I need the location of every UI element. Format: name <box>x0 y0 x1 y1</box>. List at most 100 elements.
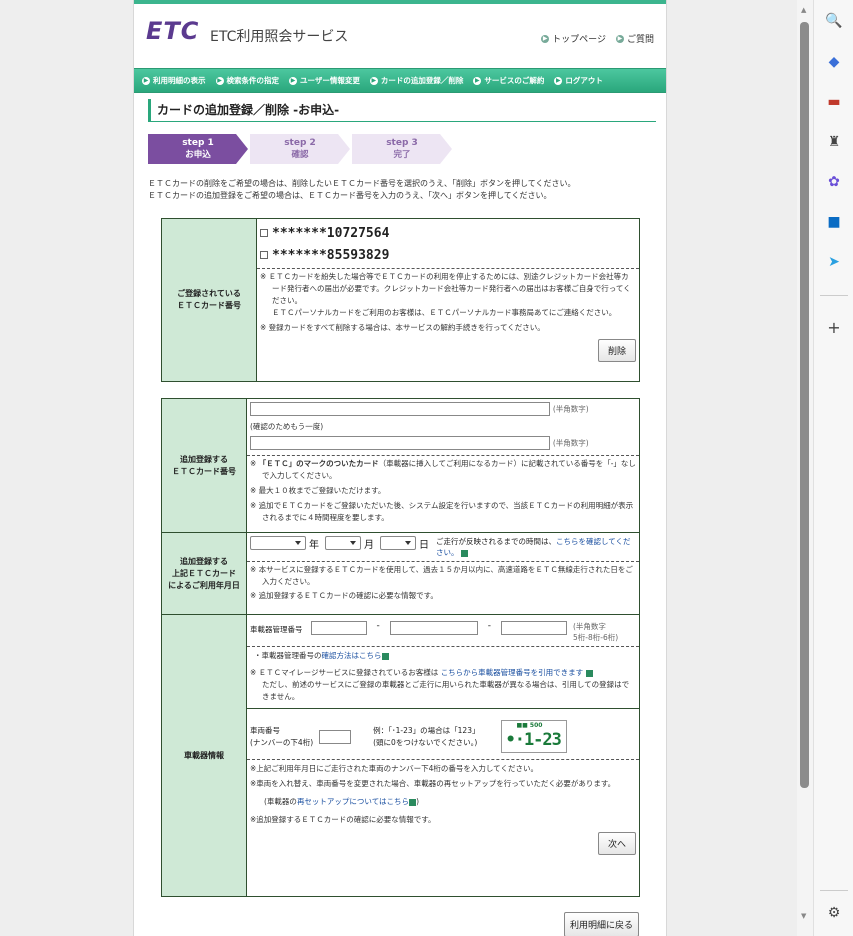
step-label: step 1 <box>182 138 214 148</box>
note: ※上記ご利用年月日にご走行された車両のナンバー下4桁の番号を入力してください。 <box>250 764 538 773</box>
nav-label[interactable]: 検索条件の指定 <box>227 75 280 86</box>
registered-cards-cell: *******10727564 *******85593829 ※ ＥＴＣカード… <box>256 218 640 382</box>
day-select[interactable] <box>380 536 416 550</box>
note: ※追加登録するＥＴＣカードの確認に必要な情報です。 <box>250 815 436 824</box>
label-line: (ナンバーの下4桁) <box>250 737 314 747</box>
step-indicator: step 1 お申込 step 2 確認 step 3 完了 <box>148 134 666 164</box>
scroll-up-icon[interactable]: ▲ <box>801 6 806 14</box>
mgmt-hint: (半角数字 5桁-8桁-6桁) <box>573 621 618 643</box>
chess-icon[interactable]: ♜ <box>824 132 844 152</box>
plate-number: •·1-23 <box>505 730 561 750</box>
card-checkbox[interactable] <box>260 229 268 237</box>
faq-label[interactable]: ご質問 <box>627 32 654 45</box>
vehicle-number-input[interactable] <box>319 729 352 744</box>
label-line: ＥＴＣカード番号 <box>172 466 236 476</box>
note: ※ 「ＥＴＣ」のマークのついたカード（車載器に挿入してご利用になるカード）に記載… <box>250 458 636 482</box>
delete-button[interactable]: 削除 <box>597 339 636 362</box>
scroll-down-icon[interactable]: ▼ <box>801 912 806 920</box>
add-card-label: 追加登録する ＥＴＣカード番号 <box>161 398 247 533</box>
card-row-1[interactable]: *******10727564 <box>260 222 636 244</box>
gear-icon[interactable]: ⚙ <box>824 903 844 923</box>
example-line: (頭に0をつけないでください。) <box>373 737 478 747</box>
reflection-time-text: ご走行が反映されるまでの時間は、こちらを確認してください。 <box>436 536 636 558</box>
send-icon[interactable]: ➤ <box>824 252 844 272</box>
nav-usage-details[interactable]: ▶ 利用明細の表示 <box>142 75 206 86</box>
card-row-2[interactable]: *******85593829 <box>260 244 636 266</box>
intro-line: ＥＴＣカードの追加登録をご希望の場合は、ＥＴＣカード番号を入力のうえ、「次へ」ボ… <box>148 191 552 200</box>
nav-logout[interactable]: ▶ ログアウト <box>554 75 603 86</box>
step-sub: お申込 <box>185 150 211 160</box>
note-suffix: ) <box>416 797 419 806</box>
arrow-icon: ▶ <box>215 76 224 85</box>
input-hint: (半角数字) <box>552 438 589 448</box>
nav-label[interactable]: ユーザー情報変更 <box>300 75 360 86</box>
arrow-icon: ▶ <box>142 76 150 85</box>
nav-label[interactable]: ログアウト <box>565 75 603 86</box>
mgmt-input-2[interactable] <box>389 621 478 635</box>
nav-card-add-delete[interactable]: ▶ カードの追加登録／削除 <box>369 75 464 86</box>
nav-search-conditions[interactable]: ▶ 検索条件の指定 <box>215 75 280 86</box>
card-checkbox[interactable] <box>260 251 268 259</box>
add-card-cell: (半角数字) (確認のためもう一度) (半角数字) ※ 「ＥＴＣ」のマークのつい… <box>246 398 640 533</box>
divider <box>247 455 639 456</box>
faq-link[interactable]: ▶ ご質問 <box>615 32 654 45</box>
label-line: 上記ＥＴＣカード <box>172 568 236 578</box>
divider <box>247 759 639 760</box>
intro-text: ＥＴＣカードの削除をご希望の場合は、削除したいＥＴＣカード番号を選択のうえ、「削… <box>148 178 666 202</box>
divider <box>257 268 639 269</box>
month-select[interactable] <box>325 536 361 550</box>
external-link-icon <box>460 549 468 557</box>
date-cell: 年 月 日 ご走行が反映されるまでの時間は、こちらを確認してください。 ※ 本サ… <box>246 532 640 615</box>
top-page-label[interactable]: トップページ <box>552 32 606 45</box>
mgmt-label: 車載器管理番号 <box>250 625 303 634</box>
page-scrollbar[interactable]: ▲ ▼ <box>797 0 813 936</box>
label-line: 追加登録する <box>180 556 228 566</box>
back-to-details-button[interactable]: 利用明細に戻る <box>563 912 639 936</box>
year-select[interactable] <box>250 536 306 550</box>
setup-link[interactable]: 再セットアップについてはこちら <box>297 797 409 806</box>
next-button[interactable]: 次へ <box>597 832 636 855</box>
note-prefix: ※ ＥＴＣマイレージサービスに登録されているお客様は <box>250 668 441 677</box>
note-prefix: (車載器の <box>264 797 297 806</box>
external-link-icon <box>409 798 417 806</box>
divider <box>247 646 639 647</box>
card-number-confirm-input[interactable] <box>250 436 550 450</box>
outlook-icon[interactable]: ■ <box>824 212 844 232</box>
toolbox-icon[interactable]: ▬ <box>824 92 844 112</box>
mgmt-input-3[interactable] <box>501 621 567 635</box>
copilot-icon[interactable]: ✿ <box>824 172 844 192</box>
mileage-link[interactable]: こちらから車載器管理番号を引用できます <box>441 668 584 677</box>
main-nav: ▶ 利用明細の表示 ▶ 検索条件の指定 ▶ ユーザー情報変更 ▶ カードの追加登録／削除… <box>134 68 666 93</box>
page: ETC ETC利用照会サービス ▶ トップページ ▶ ご質問 ▶ 利用明細の表示 ▶ 検… <box>133 0 667 936</box>
note: ※ 登録カードをすべて削除する場合は、本サービスの解約手続きを行ってください。 <box>260 323 545 332</box>
mgmt-input-1[interactable] <box>310 621 367 635</box>
confirm-label: (確認のためもう一度) <box>250 422 324 431</box>
vehicle-label: 車両番号 (ナンバーの下4桁) <box>250 725 313 749</box>
label-line: 車両番号 <box>250 725 280 735</box>
add-card-table: 追加登録する ＥＴＣカード番号 (半角数字) (確認のためもう一度) (半角数字)… <box>161 398 640 897</box>
nav-cancel-service[interactable]: ▶ サービスのご解約 <box>473 75 544 86</box>
mgmt-help-link[interactable]: 確認方法はこちら <box>322 651 382 660</box>
search-icon[interactable]: 🔍 <box>824 11 844 31</box>
note: ※ ＥＴＣカードを紛失した場合等でＥＴＣカードの利用を停止するためには、別途クレ… <box>260 272 631 305</box>
day-label: 日 <box>419 540 429 551</box>
registered-cards-table: ご登録されている ＥＴＣカード番号 *******10727564 *******… <box>161 218 640 382</box>
external-link-icon <box>585 669 593 677</box>
note: ※ 追加登録するＥＴＣカードの確認に必要な情報です。 <box>250 591 438 600</box>
step-3: step 3 完了 <box>352 134 452 164</box>
nav-label[interactable]: カードの追加登録／削除 <box>381 75 464 86</box>
arrow-icon: ▶ <box>473 76 482 85</box>
tag-icon[interactable]: ◆ <box>824 52 844 72</box>
nav-label[interactable]: 利用明細の表示 <box>153 75 206 86</box>
card-number-input[interactable] <box>250 402 550 416</box>
add-icon[interactable]: + <box>824 317 844 337</box>
nav-label[interactable]: サービスのご解約 <box>484 75 544 86</box>
nav-user-info[interactable]: ▶ ユーザー情報変更 <box>289 75 360 86</box>
month-label: 月 <box>364 540 374 551</box>
example-line: 例：「･1-23」の場合は「123」 <box>373 725 480 735</box>
mgmt-help: ・車載器管理番号の確認方法はこちら <box>250 650 636 662</box>
step-sub: 確認 <box>291 150 309 160</box>
top-page-link[interactable]: ▶ トップページ <box>541 32 606 45</box>
scrollbar-thumb[interactable] <box>800 22 809 788</box>
etc-logo[interactable]: ETC <box>146 17 199 45</box>
